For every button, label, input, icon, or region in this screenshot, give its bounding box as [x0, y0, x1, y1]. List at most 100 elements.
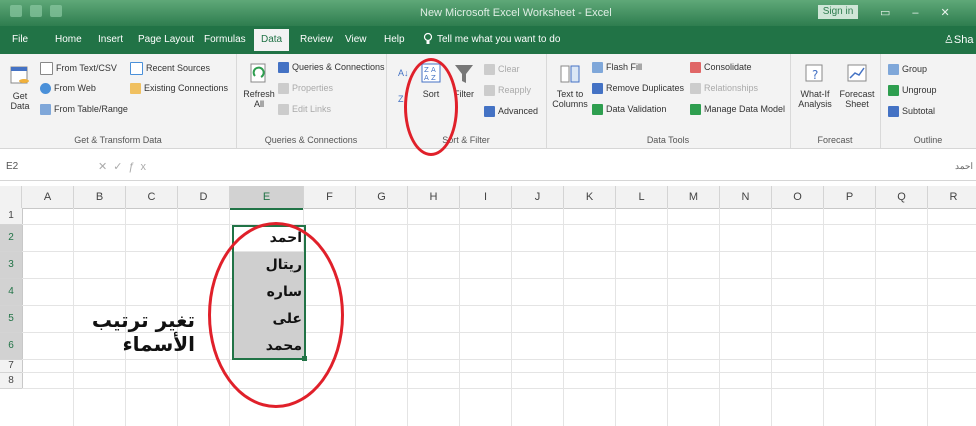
row-header-2[interactable]: 2	[0, 225, 23, 252]
function-icon[interactable]: ƒx	[128, 161, 152, 173]
queries-connections-button[interactable]: Queries & Connections	[278, 62, 385, 74]
grid-line	[22, 372, 976, 373]
relationships-button[interactable]: Relationships	[690, 83, 758, 95]
subtotal-button[interactable]: Subtotal	[888, 106, 935, 118]
consolidate-button[interactable]: Consolidate	[690, 62, 752, 74]
subtotal-icon	[888, 106, 899, 118]
group-button[interactable]: Group	[888, 64, 927, 76]
column-header-k[interactable]: K	[564, 186, 616, 208]
save-icon[interactable]	[10, 5, 22, 17]
group-get-transform: Get Data From Text/CSV From Web From Tab…	[0, 54, 237, 148]
column-header-g[interactable]: G	[356, 186, 408, 208]
row-header-8[interactable]: 8	[0, 373, 23, 389]
formula-buttons[interactable]: ✕✓ƒx	[98, 160, 152, 173]
column-header-a[interactable]: A	[22, 186, 74, 208]
column-header-r[interactable]: R	[928, 186, 976, 208]
filter-button[interactable]: Filter	[452, 62, 476, 99]
group-sort-filter: A↓ Z↓ Z AA Z Sort Filter Clear Reapply A…	[386, 54, 547, 148]
sort-az-button[interactable]: A↓	[398, 68, 409, 78]
text-to-columns-button[interactable]: Text to Columns	[552, 62, 588, 109]
column-header-d[interactable]: D	[178, 186, 230, 208]
group-label-outline: Outline	[913, 135, 943, 145]
tell-me-text: Tell me what you want to do	[437, 34, 561, 45]
tab-insert[interactable]: Insert	[98, 34, 123, 45]
row-header-4[interactable]: 4	[0, 279, 23, 306]
from-web-button[interactable]: From Web	[40, 83, 96, 95]
refresh-all-button[interactable]: Refresh All	[242, 62, 276, 109]
row-header-7[interactable]: 7	[0, 360, 23, 373]
name-box[interactable]: E2	[6, 161, 84, 175]
column-header-b[interactable]: B	[74, 186, 126, 208]
column-header-q[interactable]: Q	[876, 186, 928, 208]
from-text-csv-button[interactable]: From Text/CSV	[40, 62, 117, 75]
ribbon-tab-bar: File Home Insert Page Layout Formulas Da…	[0, 26, 976, 54]
column-header-o[interactable]: O	[772, 186, 824, 208]
user-account[interactable]: ♙Sha	[944, 33, 973, 46]
from-table-range-button[interactable]: From Table/Range	[40, 104, 128, 116]
select-all-corner[interactable]	[0, 186, 22, 208]
ungroup-button[interactable]: Ungroup	[888, 85, 937, 97]
cell-e2[interactable]: احمد	[232, 225, 306, 252]
clear-filter-button[interactable]: Clear	[484, 64, 520, 76]
get-data-button[interactable]: Get Data	[6, 64, 34, 111]
worksheet-grid[interactable]: ABCDEFGHIJKLMNOPQR 1 2 احمد 3 ريتال 4 ساره 5 على…	[0, 186, 976, 426]
tab-data[interactable]: Data	[254, 29, 290, 51]
forecast-sheet-button[interactable]: Forecast Sheet	[838, 62, 876, 109]
tell-me-box[interactable]: Tell me what you want to do	[423, 32, 561, 45]
column-header-e[interactable]: E	[230, 186, 304, 210]
fill-handle[interactable]	[302, 356, 307, 361]
column-header-l[interactable]: L	[616, 186, 668, 208]
row-header-6[interactable]: 6	[0, 333, 23, 360]
column-header-m[interactable]: M	[668, 186, 720, 208]
column-header-j[interactable]: J	[512, 186, 564, 208]
cell-e6[interactable]: محمد	[232, 333, 306, 360]
properties-button[interactable]: Properties	[278, 83, 333, 95]
grid-line	[22, 224, 976, 225]
sort-button[interactable]: Z AA Z Sort	[418, 62, 444, 99]
remove-duplicates-button[interactable]: Remove Duplicates	[592, 83, 684, 95]
group-queries-connections: Refresh All Queries & Connections Proper…	[236, 54, 387, 148]
formula-bar: E2 ✕✓ƒx احمد	[0, 156, 976, 181]
column-header-n[interactable]: N	[720, 186, 772, 208]
edit-links-button[interactable]: Edit Links	[278, 104, 331, 116]
recent-sources-button[interactable]: Recent Sources	[130, 62, 210, 75]
tab-home[interactable]: Home	[55, 34, 82, 45]
column-header-f[interactable]: F	[304, 186, 356, 208]
column-header-c[interactable]: C	[126, 186, 178, 208]
redo-icon[interactable]	[50, 5, 62, 17]
column-header-h[interactable]: H	[408, 186, 460, 208]
grid-line	[459, 208, 460, 426]
lightbulb-icon	[423, 32, 433, 44]
tab-help[interactable]: Help	[384, 34, 405, 45]
enter-icon[interactable]: ✓	[113, 161, 128, 173]
sign-in-button[interactable]: Sign in	[818, 5, 858, 19]
row-header-3[interactable]: 3	[0, 252, 23, 279]
manage-data-model-button[interactable]: Manage Data Model	[690, 104, 785, 116]
tab-review[interactable]: Review	[300, 34, 333, 45]
undo-icon[interactable]	[30, 5, 42, 17]
column-header-i[interactable]: I	[460, 186, 512, 208]
row-header-1[interactable]: 1	[0, 208, 23, 225]
tab-view[interactable]: View	[345, 34, 367, 45]
what-if-analysis-button[interactable]: ? What-If Analysis	[794, 62, 836, 109]
column-header-p[interactable]: P	[824, 186, 876, 208]
advanced-filter-button[interactable]: Advanced	[484, 106, 538, 118]
row-header-5[interactable]: 5	[0, 306, 23, 333]
formula-input[interactable]: احمد	[955, 161, 973, 172]
grid-line	[22, 278, 976, 279]
tab-formulas[interactable]: Formulas	[204, 34, 246, 45]
reapply-button[interactable]: Reapply	[484, 85, 531, 97]
tab-page-layout[interactable]: Page Layout	[138, 34, 194, 45]
grid-line	[407, 208, 408, 426]
cell-e5[interactable]: على	[232, 306, 306, 333]
cell-e4[interactable]: ساره	[232, 279, 306, 306]
tab-file[interactable]: File	[12, 34, 28, 45]
cancel-icon[interactable]: ✕	[98, 161, 113, 173]
data-validation-button[interactable]: Data Validation	[592, 104, 666, 116]
quick-access-toolbar[interactable]	[10, 5, 100, 19]
cell-e3[interactable]: ريتال	[232, 252, 306, 279]
flash-fill-button[interactable]: Flash Fill	[592, 62, 642, 74]
window-controls[interactable]: ▭–✕	[880, 6, 972, 19]
existing-connections-button[interactable]: Existing Connections	[130, 83, 228, 95]
sort-za-button[interactable]: Z↓	[398, 94, 408, 104]
